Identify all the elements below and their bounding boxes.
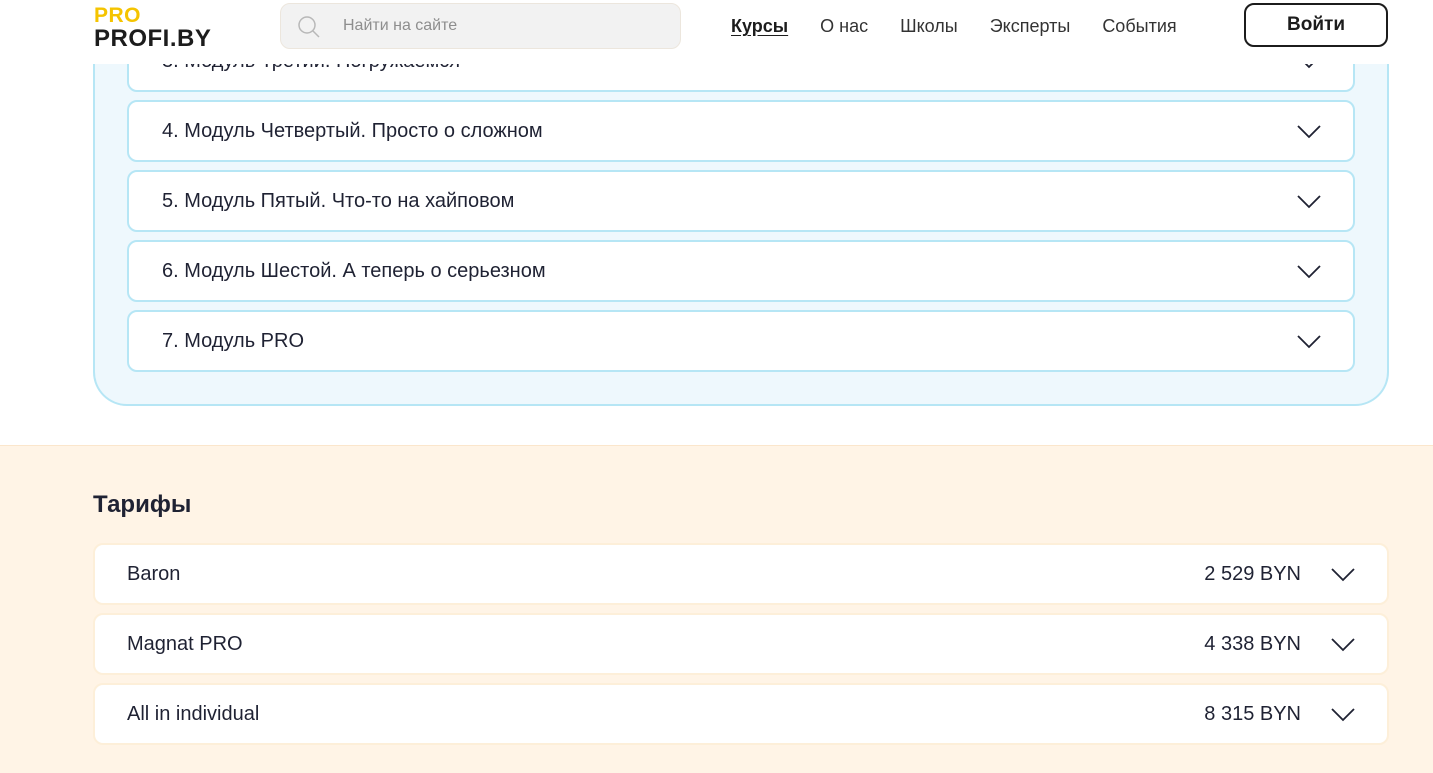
chevron-down-icon (1331, 638, 1355, 652)
module-title: 4. Модуль Четвертый. Просто о сложном (162, 120, 543, 142)
module-item-6[interactable]: 6. Модуль Шестой. А теперь о серьезном (127, 240, 1355, 302)
logo-text-bottom: PROFI.BY (94, 25, 212, 52)
tariff-price: 8 315 BYN (1204, 703, 1301, 725)
nav-item-experts[interactable]: Эксперты (990, 15, 1071, 37)
tariff-row-all-in-individual[interactable]: All in individual 8 315 BYN (93, 683, 1389, 745)
page: 3. Модуль Третий. Погружаемся 4. Модуль … (0, 0, 1433, 773)
chevron-down-icon (1297, 265, 1321, 279)
site-logo[interactable]: PRO PROFI.BY (94, 5, 211, 51)
tariff-name: Magnat PRO (127, 633, 243, 655)
module-title: 6. Модуль Шестой. А теперь о серьезном (162, 260, 546, 282)
module-item-4[interactable]: 4. Модуль Четвертый. Просто о сложном (127, 100, 1355, 162)
chevron-down-icon (1331, 708, 1355, 722)
tariff-name: All in individual (127, 703, 260, 725)
module-item-7[interactable]: 7. Модуль PRO (127, 310, 1355, 372)
login-button[interactable]: Войти (1244, 3, 1388, 47)
chevron-down-icon (1331, 568, 1355, 582)
search-icon[interactable] (297, 15, 321, 39)
chevron-down-icon (1297, 335, 1321, 349)
tariff-row-magnat-pro[interactable]: Magnat PRO 4 338 BYN (93, 613, 1389, 675)
tariffs-title: Тарифы (93, 491, 192, 518)
search-input[interactable] (343, 4, 663, 48)
main-nav: Курсы О нас Школы Эксперты События (731, 15, 1209, 37)
nav-item-about[interactable]: О нас (820, 15, 868, 37)
module-title: 7. Модуль PRO (162, 330, 305, 352)
nav-item-events[interactable]: События (1102, 15, 1176, 37)
module-item-5[interactable]: 5. Модуль Пятый. Что-то на хайповом (127, 170, 1355, 232)
tariff-price: 4 338 BYN (1204, 633, 1301, 655)
nav-item-courses[interactable]: Курсы (731, 15, 788, 37)
module-title: 5. Модуль Пятый. Что-то на хайповом (162, 190, 515, 212)
search-box (280, 3, 681, 49)
chevron-down-icon (1297, 195, 1321, 209)
tariff-price: 2 529 BYN (1204, 563, 1301, 585)
logo-text-top: PRO (94, 4, 142, 27)
site-header: PRO PROFI.BY Курсы О нас Школы Эксперты … (0, 0, 1433, 64)
chevron-down-icon (1297, 125, 1321, 139)
tariff-row-baron[interactable]: Baron 2 529 BYN (93, 543, 1389, 605)
tariff-name: Baron (127, 563, 181, 585)
nav-item-schools[interactable]: Школы (900, 15, 958, 37)
tariffs-section: Тарифы Baron 2 529 BYN Magnat PRO 4 338 … (0, 445, 1433, 773)
